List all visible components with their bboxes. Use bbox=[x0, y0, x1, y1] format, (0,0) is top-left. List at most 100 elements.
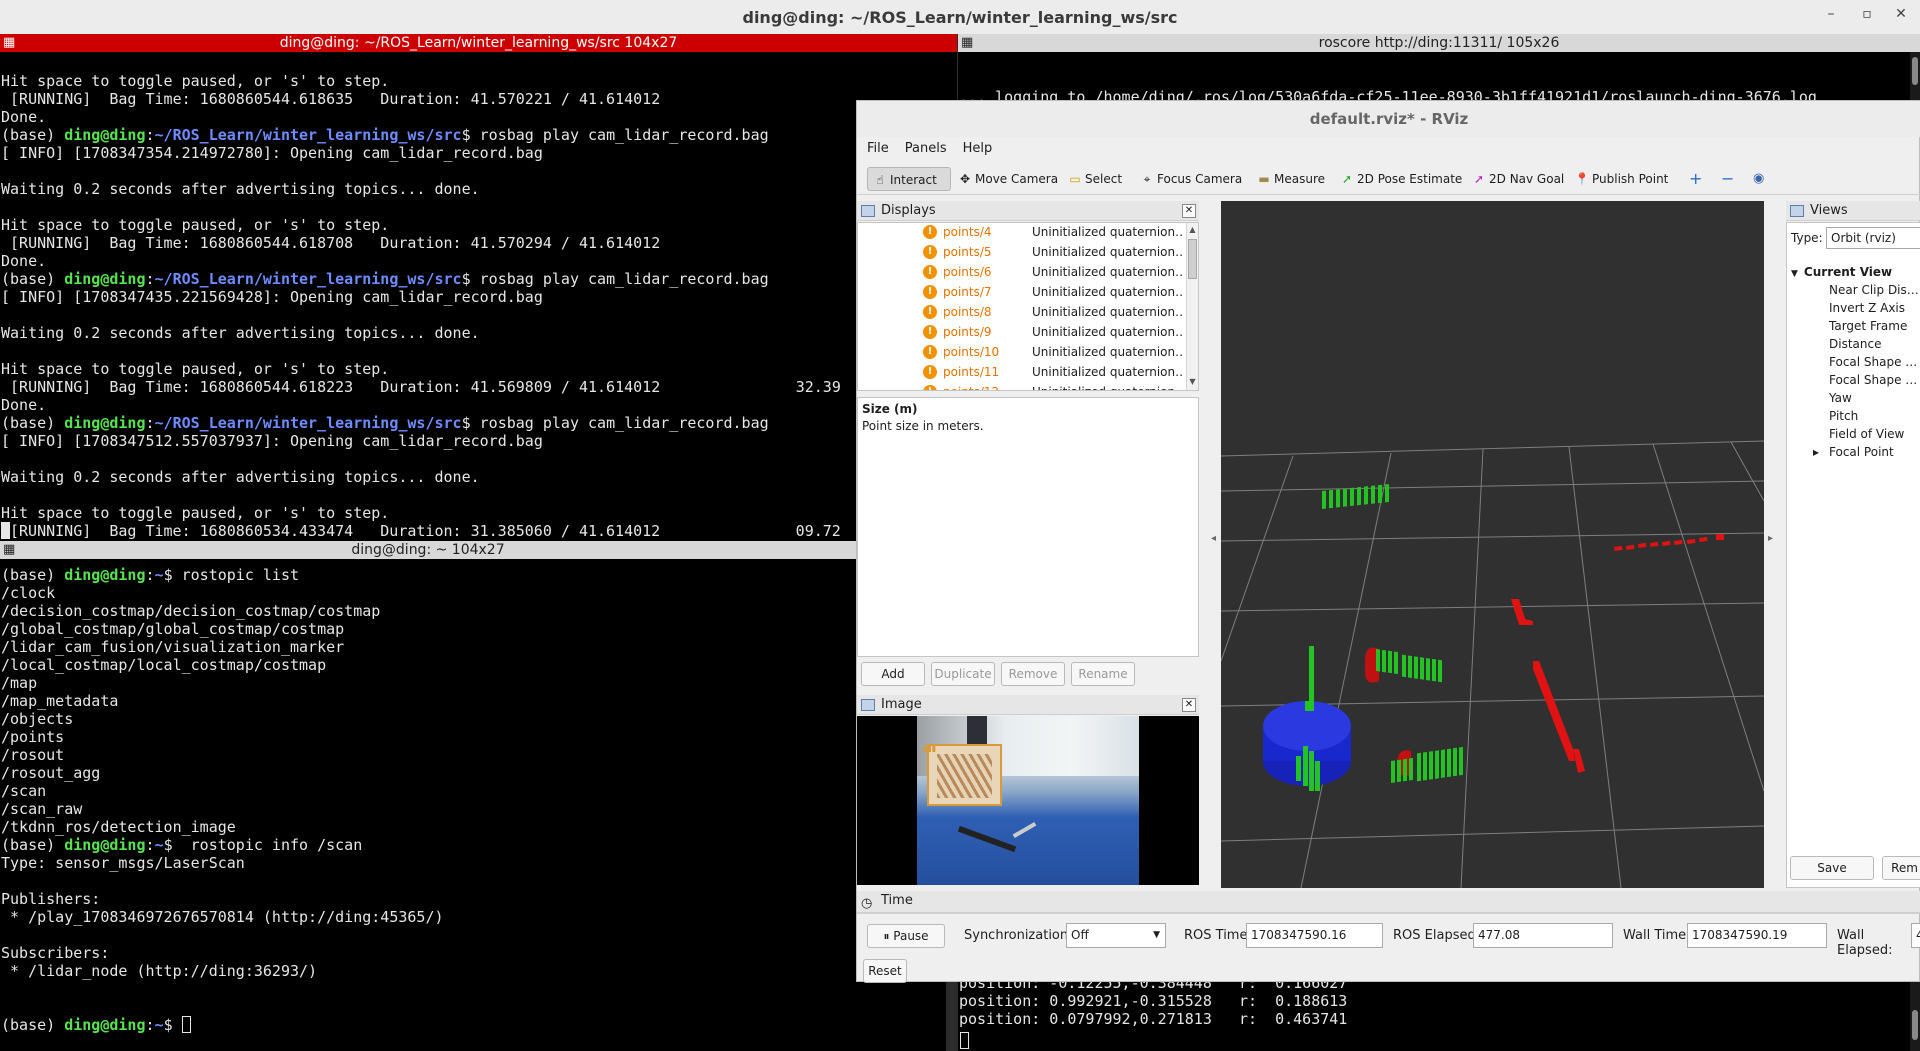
tool-2d-pose-estimate[interactable]: ➚ 2D Pose Estimate bbox=[1335, 167, 1462, 191]
camera-icon bbox=[1790, 205, 1804, 217]
prompt-path: ~ bbox=[154, 836, 164, 854]
ros-elapsed-field[interactable]: 477.08 bbox=[1473, 923, 1613, 948]
add-display-button[interactable]: Add bbox=[861, 662, 925, 686]
views-type-select[interactable]: Orbit (rviz) bbox=[1826, 227, 1920, 249]
sync-select[interactable]: Off ▼ bbox=[1066, 923, 1166, 948]
pause-button[interactable]: ⏸ Pause bbox=[867, 924, 945, 948]
terminal-line: Subscribers: bbox=[1, 944, 119, 962]
display-name: points/8 bbox=[943, 305, 992, 319]
remove-tool-minus-icon[interactable]: − bbox=[1717, 167, 1734, 191]
view-property-row[interactable]: Target Frame bbox=[1787, 317, 1920, 335]
views-save-button[interactable]: Save bbox=[1790, 856, 1874, 880]
display-row[interactable]: ! points/9 Uninitialized quaternion… bbox=[858, 322, 1188, 342]
display-row[interactable]: ! points/10 Uninitialized quaternion… bbox=[858, 342, 1188, 362]
scroll-down-icon[interactable]: ▼ bbox=[1188, 377, 1197, 386]
scroll-up-icon[interactable]: ▲ bbox=[1188, 225, 1197, 234]
terminal-cursor bbox=[181, 1016, 191, 1033]
terminal-line: /map_metadata bbox=[1, 692, 119, 710]
terminal-line: /clock bbox=[1, 584, 56, 602]
remove-display-button[interactable]: Remove bbox=[1001, 662, 1065, 686]
view-property-row[interactable]: Invert Z Axis bbox=[1787, 299, 1920, 317]
pin-icon: 📍 bbox=[1574, 172, 1590, 186]
eye-icon[interactable]: ◉ bbox=[1749, 167, 1764, 191]
reset-button[interactable]: Reset bbox=[863, 959, 907, 983]
view-property-row[interactable]: Focal Shape … bbox=[1787, 371, 1920, 389]
terminal-grid-icon: ▦ bbox=[3, 35, 16, 50]
warning-icon: ! bbox=[923, 305, 937, 319]
prompt-user: ding@ding bbox=[64, 1016, 146, 1034]
wall-time-label: Wall Time: bbox=[1623, 928, 1691, 943]
tool-2d-nav-goal[interactable]: ➚ 2D Nav Goal bbox=[1467, 167, 1564, 191]
display-status: Uninitialized quaternion… bbox=[1032, 365, 1182, 379]
terminal-line: (base) ding@ding:~/ROS_Learn/winter_lear… bbox=[0, 126, 957, 144]
terminal2[interactable]: (base) ding@ding:~$ rostopic list/clock /… bbox=[0, 559, 946, 1051]
display-row[interactable]: ! points/12 Uninitialized quaternion… bbox=[858, 382, 1188, 390]
displays-tree[interactable]: ! points/4 Uninitialized quaternion…! point… bbox=[857, 222, 1199, 391]
display-row[interactable]: ! points/11 Uninitialized quaternion… bbox=[858, 362, 1188, 382]
3d-render-viewport[interactable] bbox=[1221, 201, 1764, 888]
duplicate-display-button[interactable]: Duplicate bbox=[931, 662, 995, 686]
current-view-row[interactable]: ▼ Current View bbox=[1787, 263, 1920, 281]
prompt-path: ~ bbox=[154, 1016, 164, 1034]
terminal-line: (base) ding@ding:~/ROS_Learn/winter_lear… bbox=[0, 414, 957, 432]
view-property-row[interactable]: ▸ Focal Point bbox=[1787, 443, 1920, 461]
ros-time-field[interactable]: 1708347590.16 bbox=[1246, 923, 1383, 948]
rviz-window: default.rviz* - RViz File Panels Help ☝ Int… bbox=[856, 100, 1920, 983]
terminal-line: [RUNNING] Bag Time: 1680860544.618223 Du… bbox=[1, 378, 841, 396]
view-property-row[interactable]: Focal Shape … bbox=[1787, 353, 1920, 371]
close-button[interactable]: ✕ bbox=[1890, 6, 1912, 22]
tool-move-camera[interactable]: ✥ Move Camera bbox=[953, 167, 1058, 191]
right-collapse-arrow-icon[interactable]: ▸ bbox=[1768, 533, 1773, 544]
wall-time-field[interactable]: 1708347590.19 bbox=[1687, 923, 1827, 948]
terminal-line: Waiting 0.2 seconds after advertising to… bbox=[1, 468, 480, 486]
display-row[interactable]: ! points/5 Uninitialized quaternion… bbox=[858, 242, 1188, 262]
terminal2-tab[interactable]: ▦ ding@ding: ~ 104x27 bbox=[0, 541, 856, 559]
view-property-row[interactable]: Near Clip Dis… bbox=[1787, 281, 1920, 299]
tool-measure[interactable]: ▬ Measure bbox=[1252, 167, 1325, 191]
detection-label: ▮▮▮ bbox=[923, 744, 937, 753]
display-row[interactable]: ! points/6 Uninitialized quaternion… bbox=[858, 262, 1188, 282]
left-collapse-arrow-icon[interactable]: ◂ bbox=[1211, 533, 1216, 544]
display-row[interactable]: ! points/8 Uninitialized quaternion… bbox=[858, 302, 1188, 322]
wall-elapsed-field[interactable]: 47 bbox=[1911, 923, 1920, 948]
display-row[interactable]: ! points/7 Uninitialized quaternion… bbox=[858, 282, 1188, 302]
tool-interact[interactable]: ☝ Interact bbox=[867, 167, 951, 191]
rename-display-button[interactable]: Rename bbox=[1071, 662, 1135, 686]
view-property-row[interactable]: Pitch bbox=[1787, 407, 1920, 425]
maximize-button[interactable]: ▫ bbox=[1856, 6, 1878, 22]
terminal3-tab[interactable]: ▦ roscore http://ding:11311/ 105x26 bbox=[958, 34, 1920, 52]
display-status: Uninitialized quaternion… bbox=[1032, 305, 1182, 319]
tool-select[interactable]: ▭ Select bbox=[1063, 167, 1122, 191]
view-property-row[interactable]: Yaw bbox=[1787, 389, 1920, 407]
terminal-line: * /lidar_node (http://ding:36293/) bbox=[1, 962, 318, 980]
terminal-line: (base) ding@ding:~$ rostopic list bbox=[0, 566, 946, 584]
dropdown-icon: ▼ bbox=[1153, 930, 1160, 940]
menu-panels[interactable]: Panels bbox=[895, 137, 953, 161]
terminal1-tab[interactable]: ▦ ding@ding: ~/ROS_Learn/winter_learning… bbox=[0, 34, 957, 52]
views-remove-button[interactable]: Rem bbox=[1882, 856, 1920, 880]
wall-elapsed-label: Wall Elapsed: bbox=[1837, 928, 1893, 958]
menu-file[interactable]: File bbox=[857, 137, 895, 161]
view-property-row[interactable]: Field of View bbox=[1787, 425, 1920, 443]
tool-publish-point[interactable]: 📍 Publish Point bbox=[1570, 167, 1669, 191]
tool-focus-camera[interactable]: ⌖ Focus Camera bbox=[1135, 167, 1243, 191]
minimize-button[interactable]: – bbox=[1820, 6, 1842, 22]
menu-help[interactable]: Help bbox=[953, 137, 999, 161]
command-text: $ rosbag play cam_lidar_record.bag bbox=[461, 270, 769, 288]
scroll-thumb[interactable] bbox=[1188, 239, 1197, 279]
terminal-line: (base) ding@ding:~$ rostopic info /scan bbox=[0, 836, 946, 854]
prompt-user: ding@ding bbox=[64, 836, 146, 854]
display-name: points/4 bbox=[943, 225, 992, 239]
displays-scrollbar[interactable]: ▲ ▼ bbox=[1186, 223, 1198, 390]
view-property-row[interactable]: Distance bbox=[1787, 335, 1920, 353]
terminal-line: Waiting 0.2 seconds after advertising to… bbox=[1, 180, 480, 198]
warning-icon: ! bbox=[923, 225, 937, 239]
time-panel: ⏸ Pause Synchronization: Off ▼ ROS Time: … bbox=[857, 913, 1920, 983]
close-icon[interactable]: ✕ bbox=[1182, 698, 1196, 712]
display-row[interactable]: ! points/4 Uninitialized quaternion… bbox=[858, 223, 1188, 242]
add-tool-plus-icon[interactable]: + bbox=[1685, 167, 1702, 191]
terminal1[interactable]: Hit space to toggle paused, or 's' to st… bbox=[0, 52, 957, 541]
close-icon[interactable]: ✕ bbox=[1182, 204, 1196, 218]
